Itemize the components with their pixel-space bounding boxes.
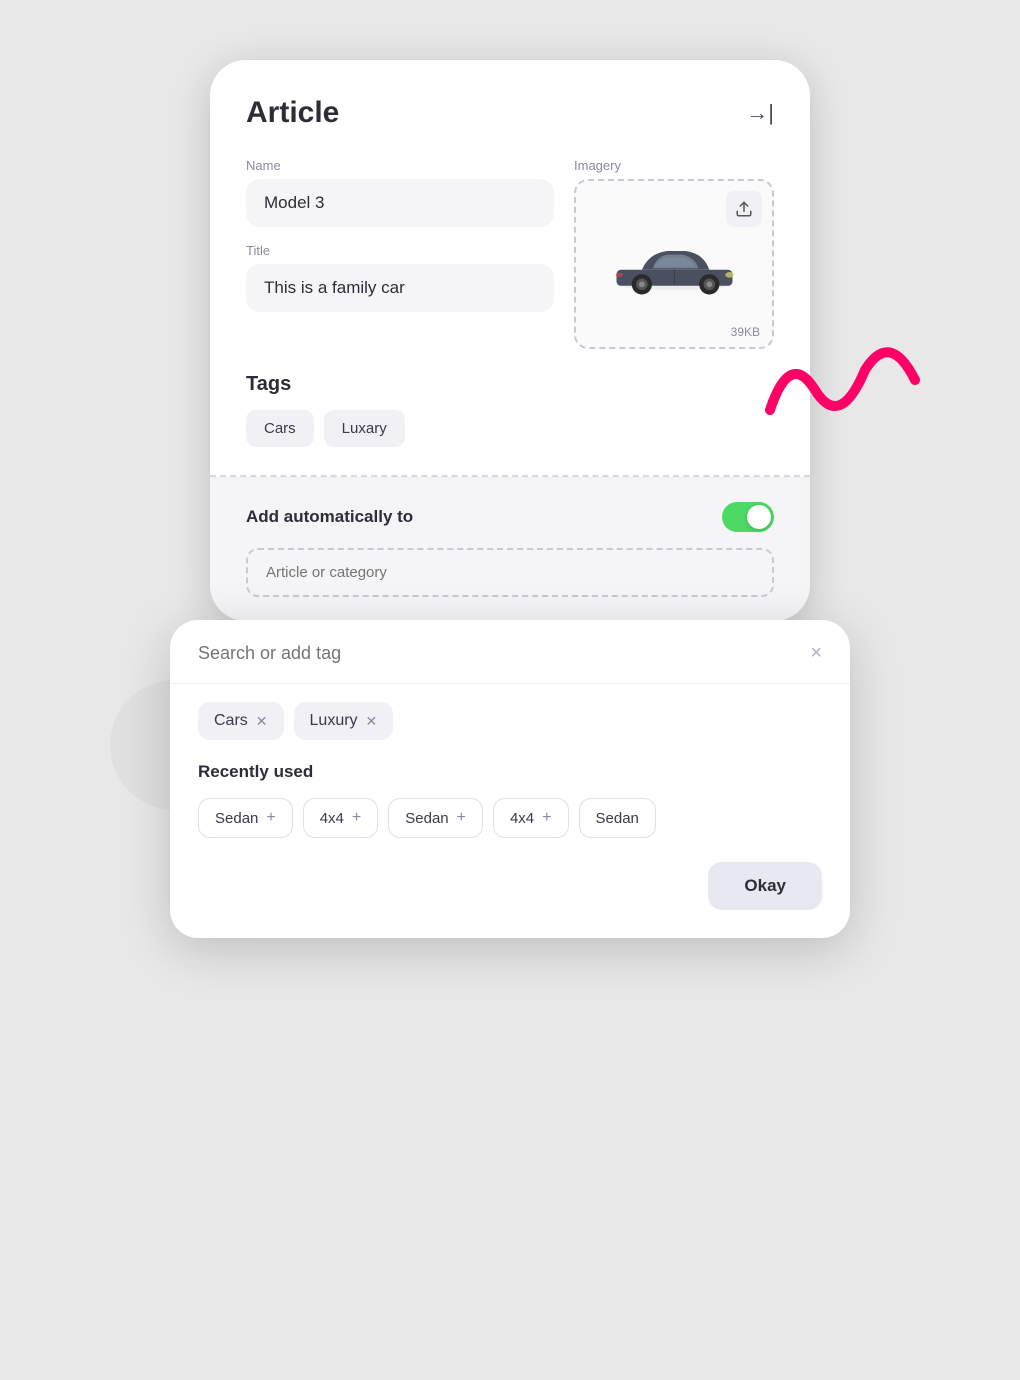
toggle-knob xyxy=(747,505,771,529)
remove-tag-cars-icon[interactable]: ✕ xyxy=(256,713,268,730)
selected-tag-luxury[interactable]: Luxury ✕ xyxy=(294,702,394,740)
tag-chip-luxary[interactable]: Luxary xyxy=(324,410,405,447)
modal-search-row: × xyxy=(170,620,850,684)
phone-card: Article →| Name Title Imagery xyxy=(210,60,810,621)
add-4x4-1-icon[interactable]: + xyxy=(352,809,361,827)
auto-add-row: Add automatically to xyxy=(246,502,774,532)
recent-tag-sedan-3[interactable]: Sedan xyxy=(579,798,656,838)
tag-modal: × Cars ✕ Luxury ✕ Recently used xyxy=(170,620,850,938)
recent-tag-sedan-2-label: Sedan xyxy=(405,810,448,827)
recent-tag-sedan-2[interactable]: Sedan + xyxy=(388,798,483,838)
recent-tag-sedan-1[interactable]: Sedan + xyxy=(198,798,293,838)
okay-button[interactable]: Okay xyxy=(708,862,822,910)
recent-tag-sedan-1-label: Sedan xyxy=(215,810,258,827)
modal-close-icon[interactable]: × xyxy=(810,642,822,665)
car-image xyxy=(602,224,747,304)
article-header: Article →| xyxy=(246,96,774,130)
selected-tag-cars[interactable]: Cars ✕ xyxy=(198,702,284,740)
tag-modal-wrapper: × Cars ✕ Luxury ✕ Recently used xyxy=(170,620,850,938)
imagery-group: Imagery xyxy=(574,158,774,349)
name-field-group: Name xyxy=(246,158,554,227)
add-sedan-2-icon[interactable]: + xyxy=(457,809,466,827)
modal-footer: Okay xyxy=(198,862,822,910)
article-heading: Article xyxy=(246,96,339,130)
title-field-group: Title xyxy=(246,243,554,312)
name-label: Name xyxy=(246,158,554,173)
article-section: Article →| Name Title Imagery xyxy=(210,60,810,475)
bottom-section: Add automatically to xyxy=(210,477,810,621)
recent-tag-4x4-2[interactable]: 4x4 + xyxy=(493,798,569,838)
navigate-icon[interactable]: →| xyxy=(746,100,774,126)
recently-used-label: Recently used xyxy=(198,762,822,782)
form-left: Name Title xyxy=(246,158,554,349)
article-category-input[interactable] xyxy=(246,548,774,597)
tags-heading: Tags xyxy=(246,373,774,396)
add-sedan-1-icon[interactable]: + xyxy=(266,809,275,827)
remove-tag-luxury-icon[interactable]: ✕ xyxy=(366,713,378,730)
auto-add-label: Add automatically to xyxy=(246,507,413,527)
selected-tags-row: Cars ✕ Luxury ✕ xyxy=(198,702,822,740)
imagery-label: Imagery xyxy=(574,158,774,173)
imagery-box[interactable]: 39KB xyxy=(574,179,774,349)
selected-tag-cars-label: Cars xyxy=(214,712,248,730)
upload-icon[interactable] xyxy=(726,191,762,227)
title-input[interactable] xyxy=(246,264,554,312)
tags-row: Cars Luxary xyxy=(246,410,774,447)
squiggle-decoration xyxy=(760,340,920,430)
selected-tag-luxury-label: Luxury xyxy=(310,712,358,730)
add-4x4-2-icon[interactable]: + xyxy=(542,809,551,827)
tag-chip-cars[interactable]: Cars xyxy=(246,410,314,447)
recent-tags-row: Sedan + 4x4 + Sedan + 4x4 + xyxy=(198,798,822,838)
modal-body: Cars ✕ Luxury ✕ Recently used Sedan + xyxy=(170,684,850,938)
tags-section: Tags Cars Luxary xyxy=(246,373,774,447)
recent-tag-4x4-1-label: 4x4 xyxy=(320,810,344,827)
recent-tag-sedan-3-label: Sedan xyxy=(596,810,639,827)
auto-add-toggle[interactable] xyxy=(722,502,774,532)
recent-tag-4x4-2-label: 4x4 xyxy=(510,810,534,827)
recent-tag-4x4-1[interactable]: 4x4 + xyxy=(303,798,379,838)
title-label: Title xyxy=(246,243,554,258)
image-size: 39KB xyxy=(731,325,760,339)
form-row: Name Title Imagery xyxy=(246,158,774,349)
name-input[interactable] xyxy=(246,179,554,227)
tag-search-input[interactable] xyxy=(198,643,800,664)
